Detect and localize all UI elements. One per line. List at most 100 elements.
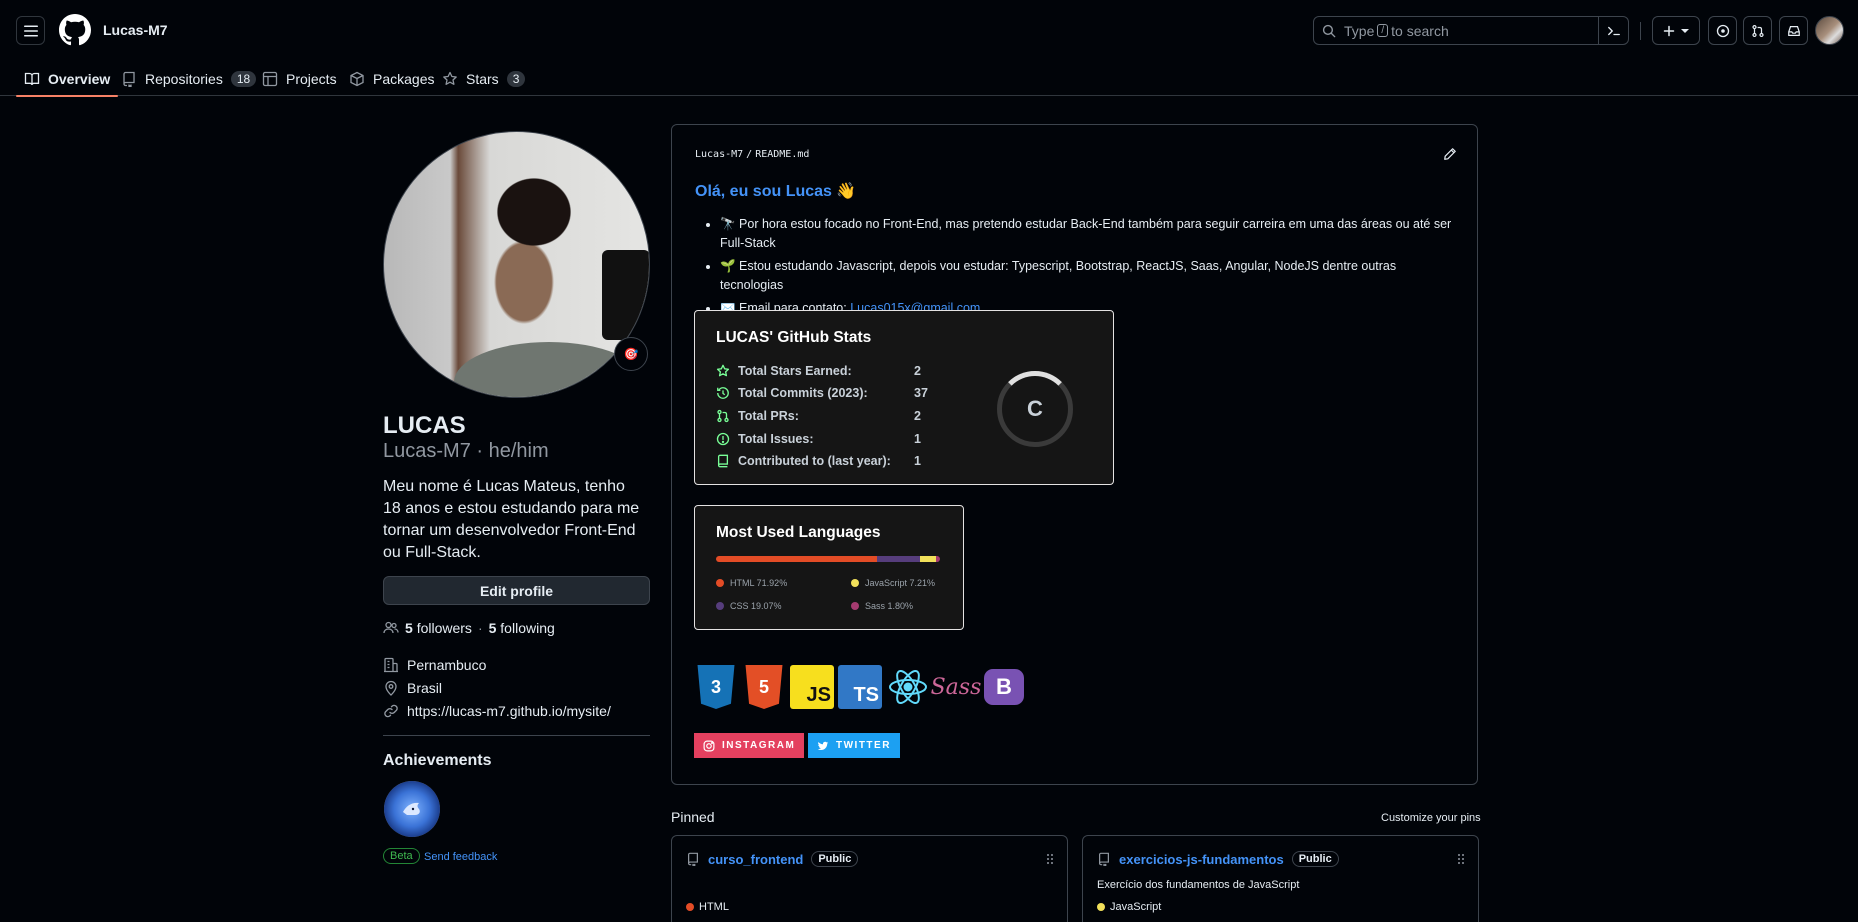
readme-file-link[interactable]: README.md: [755, 149, 809, 160]
readme-bullet-focus: 🔭 Por hora estou focado no Front-End, ma…: [720, 215, 1460, 253]
stats-title: LUCAS' GitHub Stats: [716, 329, 872, 346]
inbox-button[interactable]: [1779, 16, 1808, 45]
shark-icon: [403, 802, 420, 815]
profile-bio: Meu nome é Lucas Mateus, tenho 18 anos e…: [383, 478, 640, 561]
link-icon: [384, 704, 398, 718]
top-languages-card[interactable]: Most Used Languages HTML 71.92% CSS 19.0…: [694, 505, 964, 630]
following-link[interactable]: 5 following: [489, 620, 555, 636]
twitter-badge-link[interactable]: TWITTER: [808, 733, 900, 758]
profile-login: Lucas-M7 · he/him: [383, 440, 549, 462]
tab-stars-label: Stars: [466, 71, 499, 87]
status-emoji-button[interactable]: 🎯: [614, 337, 648, 371]
search-input[interactable]: Type / to search: [1313, 16, 1629, 45]
tab-repositories[interactable]: Repositories 18: [113, 62, 264, 96]
stat-row-commits: Total Commits (2023): 37: [716, 386, 928, 400]
rank-letter: C: [1027, 396, 1043, 421]
github-stats-card[interactable]: LUCAS' GitHub Stats Total Stars Earned: …: [694, 310, 1114, 485]
user-breadcrumb-link[interactable]: Lucas-M7: [103, 22, 168, 38]
send-feedback-link[interactable]: Send feedback: [424, 851, 497, 863]
tab-packages-label: Packages: [373, 71, 435, 87]
visibility-badge: Public: [811, 851, 859, 867]
language-label: CSS 19.07%: [730, 601, 782, 611]
language-dot: [716, 602, 724, 610]
language-item-javascript: JavaScript 7.21%: [851, 578, 935, 588]
plus-icon: [1663, 25, 1675, 36]
open-menu-button[interactable]: [16, 16, 45, 45]
readme-bullet-studying: 🌱 Estou estudando Javascript, depois vou…: [720, 257, 1460, 295]
tab-projects[interactable]: Projects: [254, 62, 345, 96]
tab-packages[interactable]: Packages: [341, 62, 442, 96]
hamburger-icon: [23, 25, 38, 36]
beta-badge: Beta: [383, 848, 420, 864]
instagram-badge-link[interactable]: INSTAGRAM: [694, 733, 805, 758]
edit-readme-button[interactable]: [1443, 147, 1457, 161]
tab-repositories-label: Repositories: [145, 71, 223, 87]
issues-button[interactable]: [1708, 16, 1737, 45]
readme-user-link[interactable]: Lucas-M7: [695, 149, 743, 160]
repo-description: Exercício dos fundamentos de JavaScript: [1097, 879, 1300, 891]
tab-stars[interactable]: Stars 3: [434, 62, 533, 96]
pinned-repo-card: curso_frontend Public HTML: [671, 835, 1068, 922]
drag-handle[interactable]: [1456, 853, 1466, 865]
followers-count: 5: [405, 620, 413, 636]
language-bar-segment: [919, 556, 936, 562]
tab-overview[interactable]: Overview: [16, 62, 119, 97]
star-icon: [716, 364, 730, 377]
stat-value: 37: [914, 386, 928, 400]
readme-path: Lucas-M7/README.md: [695, 149, 809, 160]
drag-handle[interactable]: [1045, 853, 1055, 865]
followers-link[interactable]: 5 followers: [405, 620, 472, 636]
pinned-title: Pinned: [671, 809, 715, 825]
profile-website: https://lucas-m7.github.io/mysite/: [383, 703, 611, 719]
follow-separator: ·: [477, 620, 483, 636]
user-avatar-menu[interactable]: [1815, 16, 1844, 45]
language-label: HTML 71.92%: [730, 578, 788, 588]
language-bar-segment: [877, 556, 920, 562]
company-text: Pernambuco: [407, 657, 487, 673]
language-item-sass: Sass 1.80%: [851, 601, 913, 611]
language-dot: [851, 602, 859, 610]
instagram-label: INSTAGRAM: [722, 740, 796, 751]
profile-location: Brasil: [383, 680, 442, 696]
typescript-icon: TS: [838, 665, 882, 709]
stars-count: 3: [506, 71, 526, 87]
profile-tabs: Overview Repositories 18 Projects Packag…: [0, 62, 1858, 97]
achievement-badge[interactable]: [384, 781, 440, 837]
stat-label: Total Issues:: [738, 432, 814, 446]
github-logo-icon[interactable]: [59, 14, 91, 46]
create-new-button[interactable]: [1652, 16, 1700, 45]
edit-profile-button[interactable]: Edit profile: [383, 576, 650, 605]
repo-icon: [717, 454, 729, 468]
grabber-icon: [1458, 854, 1464, 864]
pinned-repo-link[interactable]: curso_frontend: [708, 852, 803, 867]
target-icon: 🎯: [623, 347, 639, 361]
pinned-repo-header: curso_frontend Public: [686, 851, 859, 867]
html5-icon: 5: [745, 665, 783, 709]
language-item-css: CSS 19.07%: [716, 601, 782, 611]
stat-value: 1: [914, 454, 921, 468]
pull-requests-button[interactable]: [1743, 16, 1772, 45]
terminal-icon: [1607, 26, 1620, 35]
repositories-count: 18: [230, 71, 257, 87]
stat-value: 2: [914, 364, 921, 378]
sass-icon: Sass: [930, 674, 982, 700]
people-icon: [383, 621, 399, 634]
book-icon: [24, 72, 40, 86]
stat-label: Total Stars Earned:: [738, 364, 852, 378]
search-placeholder-pre: Type: [1344, 22, 1375, 39]
stat-row-stars: Total Stars Earned: 2: [716, 364, 921, 378]
language-bar-segment: [716, 556, 878, 562]
website-link[interactable]: https://lucas-m7.github.io/mysite/: [407, 703, 611, 719]
location-text: Brasil: [407, 680, 443, 696]
pinned-repo-link[interactable]: exercicios-js-fundamentos: [1119, 852, 1284, 867]
language-label: Sass 1.80%: [865, 601, 914, 611]
customize-pins-link[interactable]: Customize your pins: [1381, 812, 1481, 824]
language-color-dot: [1097, 903, 1105, 911]
command-palette-button[interactable]: [1598, 17, 1628, 44]
repo-icon: [1099, 852, 1109, 866]
repo-language: HTML: [686, 901, 729, 913]
tab-projects-label: Projects: [286, 71, 337, 87]
star-icon: [443, 71, 457, 85]
profile-avatar[interactable]: [383, 131, 650, 398]
following-count: 5: [488, 620, 497, 636]
